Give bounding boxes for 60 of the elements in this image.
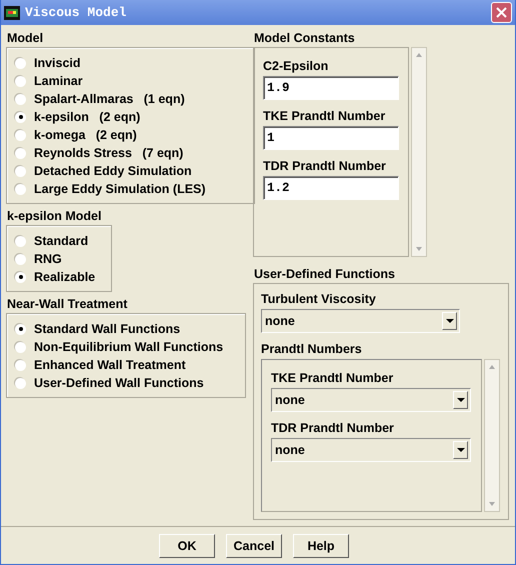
window-title: Viscous Model <box>25 5 128 20</box>
radio-indicator[interactable] <box>15 130 26 140</box>
radio-option[interactable]: Inviscid <box>15 54 248 72</box>
dropdown[interactable]: none <box>271 388 471 412</box>
caret-icon <box>456 398 464 402</box>
radio-option[interactable]: User-Defined Wall Functions <box>15 374 239 392</box>
radio-option[interactable]: Spalart-Allmaras (1 eqn) <box>15 90 248 108</box>
input-field[interactable]: 1.2 <box>263 176 399 200</box>
field-label: TDR Prandtl Number <box>263 158 387 174</box>
radio-indicator[interactable] <box>15 112 26 122</box>
group-title: k-epsilon Model <box>7 209 102 224</box>
radio-option[interactable]: RNG <box>15 250 105 268</box>
group-title: Model <box>7 31 44 46</box>
field-label: Turbulent Viscosity <box>261 291 377 307</box>
scrollbar[interactable] <box>484 359 500 512</box>
field-label: C2-Epsilon <box>263 58 330 74</box>
radio-indicator[interactable] <box>15 58 26 68</box>
radio-indicator[interactable] <box>15 272 26 282</box>
dialog-button[interactable]: Help <box>293 534 349 558</box>
radio-option[interactable]: k-omega (2 eqn) <box>15 126 248 144</box>
dropdown[interactable]: none <box>261 309 460 333</box>
app-icon <box>4 6 20 20</box>
group-title: Model Constants <box>254 31 356 46</box>
radio-indicator[interactable] <box>15 360 26 370</box>
caret-icon <box>446 318 454 324</box>
radio-option[interactable]: Non-Equilibrium Wall Functions <box>15 338 239 356</box>
radio-indicator[interactable] <box>15 236 26 246</box>
radio-indicator[interactable] <box>15 184 26 194</box>
dialog-button[interactable]: Cancel <box>226 534 282 558</box>
field-label: TKE Prandtl Number <box>263 108 386 124</box>
input-field[interactable]: 1.9 <box>263 76 399 100</box>
radio-indicator[interactable] <box>15 166 26 176</box>
group-title: Prandtl Numbers <box>261 341 363 357</box>
radio-option[interactable]: Detached Eddy Simulation <box>15 162 248 180</box>
radio-indicator[interactable] <box>15 94 26 104</box>
radio-option[interactable]: Standard Wall Functions <box>15 320 239 338</box>
close-icon <box>496 7 507 18</box>
radio-option[interactable]: k-epsilon (2 eqn) <box>15 108 248 126</box>
radio-option[interactable]: Reynolds Stress (7 eqn) <box>15 144 248 162</box>
radio-indicator[interactable] <box>15 76 26 86</box>
radio-indicator[interactable] <box>15 324 26 334</box>
group-title: Near-Wall Treatment <box>7 297 128 312</box>
radio-option[interactable]: Laminar <box>15 72 248 90</box>
radio-option[interactable]: Enhanced Wall Treatment <box>15 356 239 374</box>
dropdown[interactable]: none <box>271 438 471 462</box>
radio-option[interactable]: Large Eddy Simulation (LES) <box>15 180 248 198</box>
radio-indicator[interactable] <box>15 378 26 388</box>
close-button[interactable] <box>491 2 512 23</box>
radio-indicator[interactable] <box>15 148 26 158</box>
caret-icon <box>456 448 464 452</box>
group-title: User-Defined Functions <box>254 267 396 282</box>
field-label: TKE Prandtl Number <box>271 370 394 386</box>
scrollbar[interactable] <box>411 47 427 257</box>
radio-option[interactable]: Standard <box>15 232 105 250</box>
radio-indicator[interactable] <box>15 254 26 264</box>
radio-option[interactable]: Realizable <box>15 268 105 286</box>
dialog-button[interactable]: OK <box>159 534 215 558</box>
radio-indicator[interactable] <box>15 342 26 352</box>
field-label: TDR Prandtl Number <box>271 420 395 436</box>
input-field[interactable]: 1 <box>263 126 399 150</box>
